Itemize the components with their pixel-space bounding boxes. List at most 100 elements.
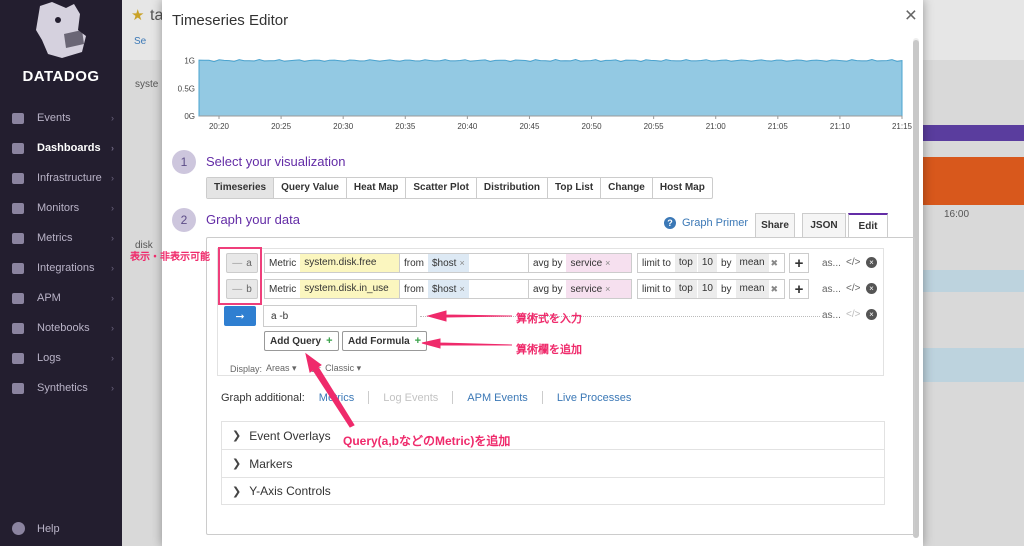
formula-input[interactable] <box>263 305 417 327</box>
viz-tab-distribution[interactable]: Distribution <box>477 178 549 198</box>
limit-direction[interactable]: top <box>674 254 697 272</box>
metric-field[interactable]: Metric system.disk.free <box>264 253 400 273</box>
graph-additional-live-processes[interactable]: Live Processes <box>557 392 632 404</box>
limit-aggregator[interactable]: mean <box>735 254 769 272</box>
formula-arrow-button[interactable]: ➞ <box>224 306 256 326</box>
code-icon[interactable]: </> <box>846 309 860 320</box>
from-tag[interactable]: $host × <box>428 280 469 298</box>
formula-alias[interactable]: as... <box>822 310 841 321</box>
limit-aggregator[interactable]: mean <box>735 280 769 298</box>
remove-tag-icon[interactable]: × <box>605 284 610 294</box>
viz-tab-top-list[interactable]: Top List <box>548 178 602 198</box>
display-label: Display: <box>230 363 263 374</box>
limit-to-label: limit to <box>642 257 671 269</box>
chevron-right-icon: ❯ <box>232 458 242 470</box>
sidebar-item-notebooks[interactable]: Notebooks › <box>0 313 122 343</box>
viz-tab-heat-map[interactable]: Heat Map <box>347 178 407 198</box>
sidebar-item-label: Events <box>37 112 71 124</box>
annotation-formula-input: 算術式を入力 <box>516 313 582 325</box>
from-field[interactable]: from $host × <box>399 253 529 273</box>
section-markers[interactable]: ❯ Markers <box>221 449 885 477</box>
sidebar-item-dashboards[interactable]: Dashboards › <box>0 133 122 163</box>
monitors-icon <box>12 202 24 214</box>
remove-tag-icon[interactable]: × <box>459 284 464 294</box>
sidebar-item-integrations[interactable]: Integrations › <box>0 253 122 283</box>
tab-share[interactable]: Share <box>755 213 795 237</box>
sidebar-item-events[interactable]: Events › <box>0 103 122 133</box>
step-title: Graph your data <box>206 212 300 227</box>
sidebar-item-apm[interactable]: APM › <box>0 283 122 313</box>
limit-field[interactable]: limit to top 10 by mean ✖ <box>637 279 785 299</box>
viz-tab-host-map[interactable]: Host Map <box>653 178 712 198</box>
close-icon[interactable]: × <box>905 5 917 26</box>
chart-x-tick-label: 20:20 <box>209 122 230 131</box>
remove-query-icon[interactable]: × <box>866 257 877 268</box>
viz-tab-query-value[interactable]: Query Value <box>274 178 347 198</box>
annotation-add-query: Query(a,bなどのMetric)を追加 <box>343 434 511 448</box>
code-icon[interactable]: </> <box>846 283 860 294</box>
add-formula-button[interactable]: Add Formula + <box>342 331 428 351</box>
graph-primer-link[interactable]: ? Graph Primer <box>664 217 748 229</box>
from-field[interactable]: from $host × <box>399 279 529 299</box>
section-y-axis-controls[interactable]: ❯ Y-Axis Controls <box>221 477 885 505</box>
tab-edit[interactable]: Edit <box>848 213 888 237</box>
dashboard-search-link[interactable]: Se <box>134 36 146 47</box>
remove-limit-icon[interactable]: ✖ <box>771 284 779 295</box>
viz-tab-scatter-plot[interactable]: Scatter Plot <box>406 178 477 198</box>
avg-by-tag[interactable]: service × <box>566 254 631 272</box>
remove-limit-icon[interactable]: ✖ <box>771 258 779 269</box>
metric-field[interactable]: Metric system.disk.in_use <box>264 279 400 299</box>
chevron-right-icon: › <box>111 233 114 243</box>
add-function-button[interactable]: + <box>789 253 809 273</box>
limit-count[interactable]: 10 <box>697 254 717 272</box>
limit-direction[interactable]: top <box>674 280 697 298</box>
sidebar-item-metrics[interactable]: Metrics › <box>0 223 122 253</box>
help-link[interactable]: Help <box>12 522 60 535</box>
app-sidebar: DATADOG Events › Dashboards › Infrastructure… <box>0 0 122 546</box>
remove-tag-icon[interactable]: × <box>605 258 610 268</box>
graph-additional-label: Graph additional: <box>221 391 305 404</box>
chart-x-tick-label: 21:00 <box>706 122 727 131</box>
sidebar-item-logs[interactable]: Logs › <box>0 343 122 373</box>
tab-json[interactable]: JSON <box>802 213 846 237</box>
query-alias[interactable]: as... <box>822 284 841 295</box>
graph-additional-log-events[interactable]: Log Events <box>383 392 438 404</box>
query-alias[interactable]: as... <box>822 258 841 269</box>
avg-by-field[interactable]: avg by service × <box>528 279 632 299</box>
from-tag-label: $host <box>432 284 457 295</box>
color-select[interactable]: Classic ▾ <box>325 363 361 374</box>
sidebar-item-infrastructure[interactable]: Infrastructure › <box>0 163 122 193</box>
remove-formula-icon[interactable]: × <box>866 309 877 320</box>
step-title: Select your visualization <box>206 154 346 169</box>
limit-count[interactable]: 10 <box>697 280 717 298</box>
code-icon[interactable]: </> <box>846 257 860 268</box>
bg-series-bar <box>923 270 1024 292</box>
sidebar-item-label: Monitors <box>37 202 80 214</box>
integrations-icon <box>12 262 24 274</box>
graph-additional-apm-events[interactable]: APM Events <box>467 392 528 404</box>
viz-tab-timeseries[interactable]: Timeseries <box>207 178 275 198</box>
remove-tag-icon[interactable]: × <box>459 258 464 268</box>
display-select[interactable]: Areas ▾ <box>266 363 297 374</box>
limit-field[interactable]: limit to top 10 by mean ✖ <box>637 253 785 273</box>
add-function-button[interactable]: + <box>789 279 809 299</box>
avg-by-field[interactable]: avg by service × <box>528 253 632 273</box>
chevron-right-icon: › <box>111 143 114 153</box>
from-tag[interactable]: $host × <box>428 254 469 272</box>
chart-y-tick-label: 0G <box>184 112 195 121</box>
sidebar-item-monitors[interactable]: Monitors › <box>0 193 122 223</box>
display-options: Display: Areas ▾ or: Classic ▾ <box>230 363 361 374</box>
add-query-button[interactable]: Add Query + <box>264 331 339 351</box>
chevron-right-icon: › <box>111 323 114 333</box>
metric-label: Metric <box>269 257 297 269</box>
graph-additional-metrics[interactable]: Metrics <box>319 392 354 404</box>
section-label: Y-Axis Controls <box>249 484 331 498</box>
sidebar-item-label: APM <box>37 292 61 304</box>
viz-tab-change[interactable]: Change <box>601 178 653 198</box>
section-event-overlays[interactable]: ❯ Event Overlays <box>221 421 885 449</box>
divider <box>541 391 543 404</box>
sidebar-item-synthetics[interactable]: Synthetics › <box>0 373 122 403</box>
remove-query-icon[interactable]: × <box>866 283 877 294</box>
avg-by-tag[interactable]: service × <box>566 280 631 298</box>
favorite-star-icon[interactable]: ★ <box>131 6 144 24</box>
